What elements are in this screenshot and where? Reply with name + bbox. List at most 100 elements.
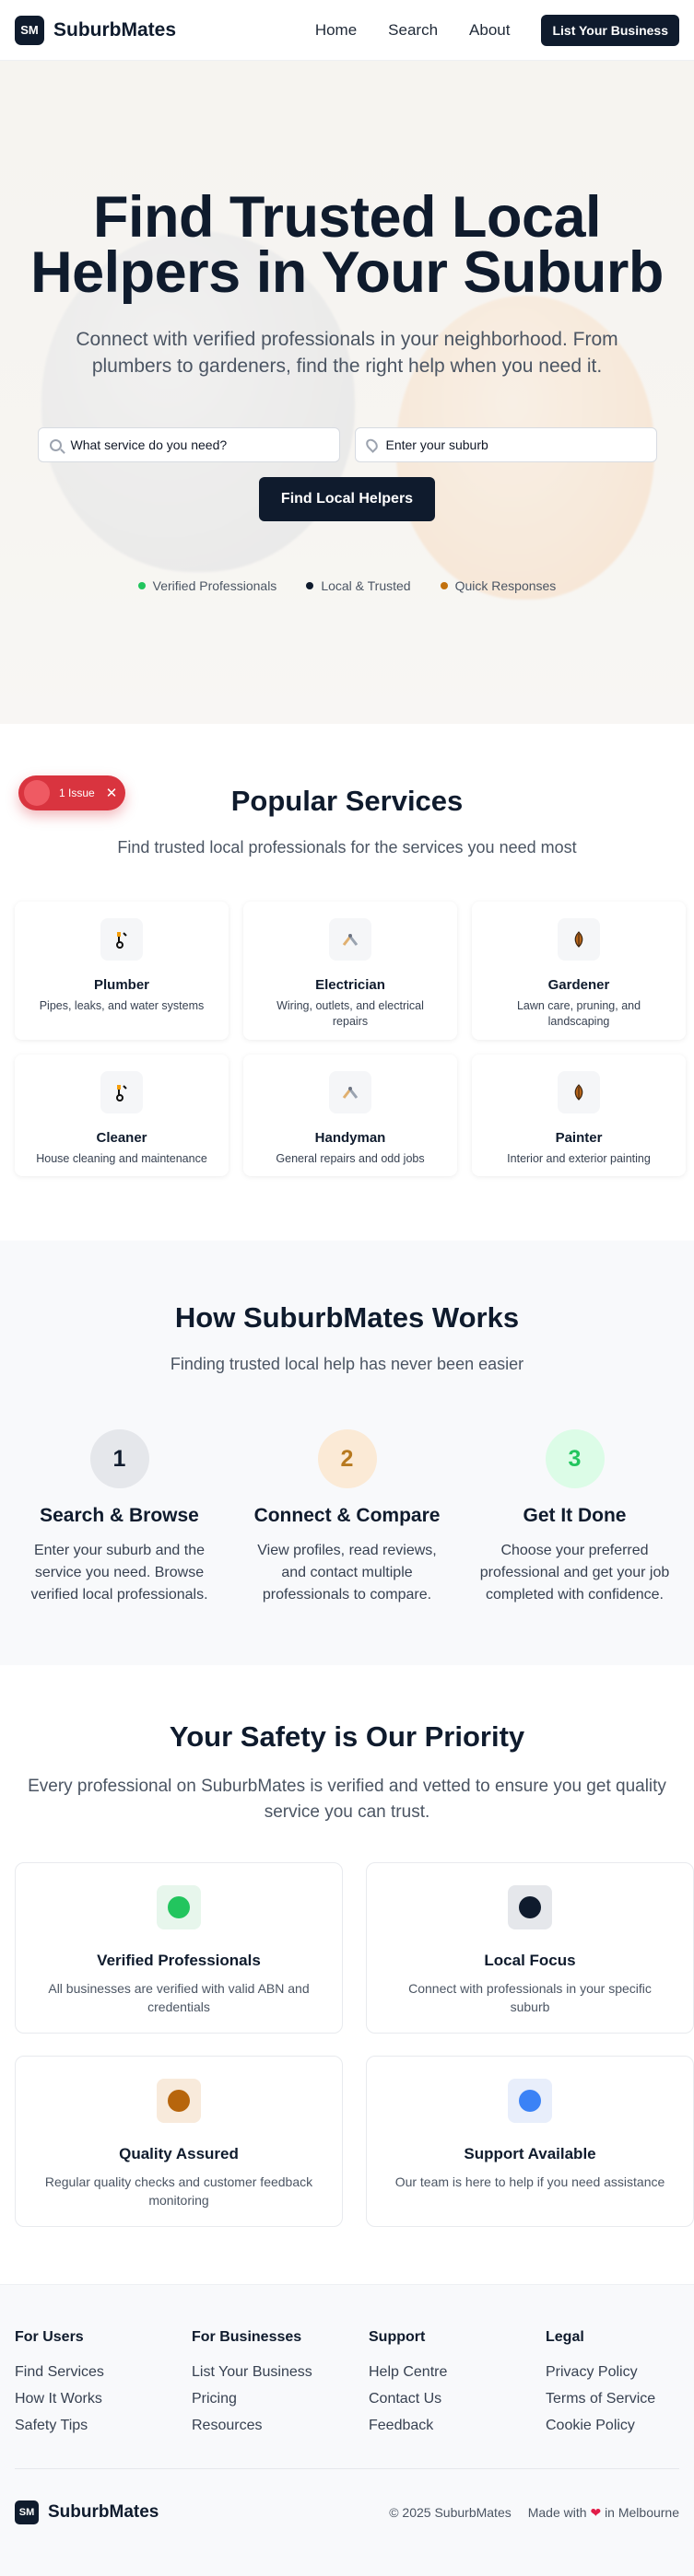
footer-col-users: For Users Find Services How It Works Saf… (15, 2329, 192, 2444)
footer-link[interactable]: Feedback (369, 2418, 546, 2434)
footer-meta: © 2025 SuburbMates Made with ❤ in Melbou… (389, 2505, 679, 2521)
service-card-painter[interactable]: Painter Interior and exterior painting (472, 1055, 686, 1176)
service-card-cleaner[interactable]: Cleaner House cleaning and maintenance (15, 1055, 229, 1176)
service-desc: Wiring, outlets, and electrical repairs (276, 999, 424, 1028)
safety-card-verified: Verified Professionals All businesses ar… (15, 1862, 343, 2034)
navy-dot-icon (306, 582, 314, 589)
footer-columns: For Users Find Services How It Works Saf… (15, 2329, 679, 2444)
nav-search[interactable]: Search (388, 21, 438, 40)
service-card-gardener[interactable]: Gardener Lawn care, pruning, and landsca… (472, 902, 686, 1040)
service-card-handyman[interactable]: Handyman General repairs and odd jobs (243, 1055, 457, 1176)
footer-link[interactable]: Help Centre (369, 2364, 546, 2381)
safety-title: Your Safety is Our Priority (169, 1720, 525, 1753)
safety-card-local: Local Focus Connect with professionals i… (366, 1862, 694, 2034)
service-desc: House cleaning and maintenance (36, 1152, 207, 1165)
tools-icon (329, 1071, 371, 1113)
step-desc: Choose your preferred professional and g… (479, 1543, 670, 1603)
nav-about[interactable]: About (469, 21, 510, 40)
green-dot-icon (137, 582, 146, 589)
footer-link[interactable]: Contact Us (369, 2391, 546, 2407)
footer-link[interactable]: How It Works (15, 2391, 192, 2407)
service-desc: Interior and exterior painting (507, 1152, 651, 1165)
step-desc: View profiles, read reviews, and contact… (257, 1543, 437, 1603)
badge-verified-label: Verified Professionals (152, 578, 277, 593)
find-local-helpers-button[interactable]: Find Local Helpers (258, 477, 436, 521)
how-subtitle: Finding trusted local help has never bee… (170, 1355, 524, 1373)
step-1: 1 Search & Browse Enter your suburb and … (6, 1429, 233, 1606)
footer-col-title: Support (369, 2329, 426, 2345)
services-subtitle: Find trusted local professionals for the… (117, 838, 577, 857)
site-footer: For Users Find Services How It Works Saf… (0, 2284, 694, 2576)
services-grid-row1: Plumber Pipes, leaks, and water systems … (0, 902, 694, 1040)
service-desc: General repairs and odd jobs (276, 1152, 425, 1165)
services-title: Popular Services (230, 785, 464, 817)
safety-card-support: Support Available Our team is here to he… (366, 2056, 694, 2227)
safety-subtitle: Every professional on SuburbMates is ver… (28, 1777, 666, 1822)
step-number: 3 (545, 1429, 605, 1488)
service-name: Painter (555, 1130, 603, 1146)
safety-card-desc: Regular quality checks and customer feed… (44, 2174, 313, 2208)
logo-icon: SM (15, 2500, 39, 2524)
orange-dot-icon (440, 582, 448, 589)
footer-link[interactable]: Safety Tips (15, 2418, 192, 2434)
badge-verified: Verified Professionals (137, 578, 277, 593)
footer-link[interactable]: List Your Business (192, 2364, 369, 2381)
service-name: Plumber (93, 977, 149, 993)
safety-card-title: Quality Assured (119, 2145, 239, 2162)
service-card-electrician[interactable]: Electrician Wiring, outlets, and electri… (243, 902, 457, 1040)
step-title: Search & Browse (40, 1505, 199, 1526)
footer-brand[interactable]: SM SuburbMates (15, 2500, 159, 2524)
safety-section: Your Safety is Our Priority Every profes… (0, 1665, 694, 2284)
footer-col-title: Legal (546, 2329, 584, 2345)
step-title: Get It Done (523, 1505, 627, 1526)
safety-card-quality: Quality Assured Regular quality checks a… (15, 2056, 343, 2227)
step-number: 2 (317, 1429, 377, 1488)
made-suffix: in Melbourne (605, 2504, 679, 2520)
footer-col-title: For Businesses (192, 2329, 302, 2345)
trust-badges: Verified Professionals Local & Trusted Q… (0, 578, 694, 593)
step-number: 1 (89, 1429, 149, 1488)
hero-section: Find Trusted Local Helpers in Your Subur… (0, 61, 694, 724)
safety-card-title: Support Available (464, 2145, 596, 2162)
step-2: 2 Connect & Compare View profiles, read … (233, 1429, 461, 1606)
footer-bottom: SM SuburbMates © 2025 SuburbMates Made w… (15, 2468, 679, 2576)
nav-home[interactable]: Home (315, 21, 357, 40)
step-desc: Enter your suburb and the service you ne… (30, 1543, 208, 1603)
service-desc: Lawn care, pruning, and landscaping (516, 999, 641, 1028)
safety-card-desc: All businesses are verified with valid A… (48, 1981, 310, 2014)
popular-services-section: Popular Services Find trusted local prof… (0, 724, 694, 1241)
list-your-business-button[interactable]: List Your Business (541, 14, 679, 46)
badge-local-label: Local & Trusted (321, 578, 411, 593)
footer-col-businesses: For Businesses List Your Business Pricin… (192, 2329, 369, 2444)
safety-card-title: Verified Professionals (97, 1952, 261, 1969)
footer-link[interactable]: Terms of Service (546, 2391, 694, 2407)
footer-link[interactable]: Find Services (15, 2364, 192, 2381)
safety-grid: Verified Professionals All businesses ar… (0, 1862, 694, 2227)
footer-col-legal: Legal Privacy Policy Terms of Service Co… (546, 2329, 694, 2444)
hero-subtitle: Connect with verified professionals in y… (76, 329, 618, 377)
service-search-input[interactable]: What service do you need? (37, 427, 340, 462)
footer-col-title: For Users (15, 2329, 84, 2345)
leaf-icon (558, 1071, 600, 1113)
services-grid-row2: Cleaner House cleaning and maintenance H… (0, 1055, 694, 1176)
footer-brand-name: SuburbMates (48, 2502, 159, 2522)
footer-link[interactable]: Resources (192, 2418, 369, 2434)
footer-link[interactable]: Privacy Policy (546, 2364, 694, 2381)
hero-title: Find Trusted Local Helpers in Your Subur… (0, 189, 694, 302)
footer-col-support: Support Help Centre Contact Us Feedback (369, 2329, 546, 2444)
badge-quick-label: Quick Responses (454, 578, 557, 593)
step-title: Connect & Compare (253, 1505, 441, 1526)
hero-content: Find Trusted Local Helpers in Your Subur… (0, 61, 694, 594)
steps-list: 1 Search & Browse Enter your suburb and … (0, 1429, 694, 1606)
footer-link[interactable]: Cookie Policy (546, 2418, 694, 2434)
suburb-input[interactable]: Enter your suburb (354, 427, 657, 462)
support-icon (508, 2079, 552, 2123)
how-title: How SuburbMates Works (174, 1301, 520, 1334)
service-card-plumber[interactable]: Plumber Pipes, leaks, and water systems (15, 902, 229, 1040)
safety-card-title: Local Focus (484, 1952, 576, 1969)
wrench-icon (100, 1071, 143, 1113)
brand[interactable]: SM SuburbMates (15, 15, 176, 45)
logo-icon: SM (15, 15, 44, 45)
footer-link[interactable]: Pricing (192, 2391, 369, 2407)
safety-card-desc: Our team is here to help if you need ass… (394, 2174, 665, 2189)
